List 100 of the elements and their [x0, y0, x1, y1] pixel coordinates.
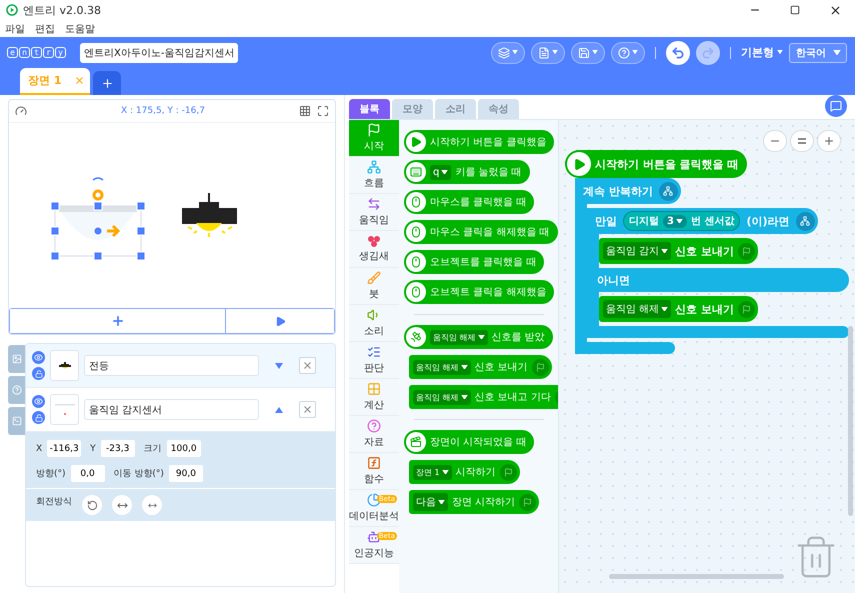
caret-icon — [441, 170, 448, 174]
loop-block[interactable]: 계속 반복하기 — [575, 178, 681, 204]
event-block[interactable]: 마우스 클릭을 해제했을 때 — [404, 220, 558, 244]
block-dropdown[interactable]: 다음 — [413, 493, 448, 511]
delete-button[interactable] — [299, 357, 316, 374]
object-tab[interactable] — [8, 345, 25, 373]
console-tab[interactable] — [8, 407, 25, 435]
undo-button[interactable] — [666, 40, 690, 64]
fullscreen-icon[interactable] — [317, 105, 329, 117]
property-field[interactable]: 0,0 — [70, 465, 105, 482]
block-dropdown[interactable]: q — [430, 164, 452, 180]
unlock-icon[interactable] — [32, 367, 45, 380]
property-field[interactable]: 90,0 — [168, 465, 203, 482]
category-item[interactable]: 자료 — [349, 416, 399, 453]
rotate-button[interactable] — [82, 495, 102, 515]
help-menu-button[interactable] — [611, 42, 645, 64]
command-block[interactable]: 장면 1 시작하기 — [409, 460, 520, 484]
no-rotate-button[interactable] — [142, 495, 162, 515]
block-dropdown[interactable]: 움직임 해제 — [430, 330, 488, 344]
mouse-icon — [406, 192, 426, 212]
layout-menu-button[interactable] — [491, 42, 525, 64]
event-block[interactable]: 장면이 시작되었을 때 — [404, 430, 534, 454]
caret-icon — [661, 248, 668, 254]
add-scene-button[interactable] — [93, 71, 121, 95]
menu-item[interactable]: 파일 — [5, 22, 25, 36]
if-block[interactable]: 만일 디지털 3 번 센서값 (이)라면 — [587, 208, 818, 234]
category-item[interactable]: 시작 — [349, 120, 399, 157]
block-tab[interactable]: 블록 — [349, 99, 390, 119]
start-event-block[interactable]: 시작하기 버튼을 클릭했을 때 — [565, 150, 746, 178]
eye-icon[interactable] — [32, 395, 45, 408]
speed-icon[interactable] — [15, 105, 27, 117]
command-block[interactable]: 움직임 해제 신호 보내고 기다 — [409, 385, 558, 409]
object-row[interactable]: 전등 — [26, 344, 335, 388]
plus-icon — [823, 135, 835, 147]
caret-icon — [512, 50, 518, 55]
mouse-icon — [406, 252, 426, 272]
category-item[interactable]: 붓 — [349, 268, 399, 305]
chat-icon — [830, 100, 842, 112]
block-dropdown[interactable]: 움직임 해제 — [603, 300, 672, 318]
sensor-block[interactable]: 디지털 3 번 센서값 — [623, 211, 740, 231]
block-dropdown[interactable]: 움직임 해제 — [413, 360, 471, 374]
vertical-scrollbar[interactable] — [848, 326, 853, 516]
command-block[interactable]: 움직임 해제 신호 보내기 — [599, 296, 758, 322]
zoom-in-button[interactable] — [817, 130, 841, 152]
delete-button[interactable] — [299, 401, 316, 418]
block-dropdown[interactable]: 움직임 감지 — [603, 242, 672, 260]
mode-dropdown[interactable]: 기본형 — [741, 45, 783, 60]
flag-icon — [519, 494, 536, 510]
rotate-icon — [86, 500, 98, 510]
command-block[interactable]: 움직임 해제 신호 보내기 — [409, 355, 552, 379]
category-item[interactable]: 생김새 — [349, 231, 399, 268]
event-block[interactable]: 오브젝트를 클릭했을 때 — [404, 250, 544, 274]
event-block[interactable]: 시작하기 버튼을 클릭했을 — [404, 130, 554, 154]
chat-button[interactable] — [825, 95, 847, 117]
caret-icon — [442, 470, 449, 474]
menu-item[interactable]: 편집 — [35, 22, 55, 36]
category-item[interactable]: 함수 — [349, 453, 399, 490]
flag-icon — [738, 242, 756, 260]
category-item[interactable]: 소리 — [349, 305, 399, 342]
property-field[interactable]: -116,3 — [47, 440, 82, 457]
flip-button[interactable] — [112, 495, 132, 515]
pin-dropdown[interactable]: 3 — [663, 214, 687, 228]
zoom-reset-button[interactable] — [790, 130, 814, 152]
eye-icon[interactable] — [32, 351, 45, 364]
block-tab[interactable]: 소리 — [435, 99, 476, 119]
logo-letter: t — [31, 47, 42, 58]
event-block[interactable]: q 키를 눌렀을 때 — [404, 160, 530, 184]
event-block[interactable]: 마우스를 클릭했을 때 — [404, 190, 534, 214]
help-tab[interactable] — [8, 376, 25, 404]
close-icon[interactable] — [74, 75, 85, 86]
horizontal-scrollbar[interactable] — [609, 574, 784, 579]
property-field[interactable]: 100,0 — [166, 440, 201, 457]
event-block[interactable]: 오브젝트 클릭을 해제했을 — [404, 280, 554, 304]
unlock-icon[interactable] — [32, 411, 45, 424]
double-arrow-icon — [148, 500, 156, 510]
block-tab[interactable]: 속성 — [478, 99, 519, 119]
category-item[interactable]: 판단 — [349, 342, 399, 379]
event-block[interactable]: 움직임 해제 신호를 받았 — [404, 325, 553, 349]
menu-item[interactable]: 도움말 — [65, 22, 95, 36]
object-name-field[interactable]: 움직임 감지센서 — [84, 399, 259, 420]
category-item[interactable]: 계산 — [349, 379, 399, 416]
block-tab[interactable]: 모양 — [392, 99, 433, 119]
file-menu-button[interactable] — [531, 42, 565, 64]
block-text: 신호 보내기 — [474, 361, 528, 374]
redo-button[interactable] — [696, 40, 720, 64]
block-dropdown[interactable]: 장면 1 — [413, 464, 452, 480]
language-select[interactable]: 한국어 — [789, 42, 847, 62]
layers-icon — [498, 46, 510, 58]
block-text: 키를 눌렀을 때 — [455, 166, 522, 179]
command-block[interactable]: 다음 장면 시작하기 — [409, 490, 540, 514]
command-block[interactable]: 움직임 감지 신호 보내기 — [599, 238, 758, 264]
category-item[interactable]: 움직임 — [349, 194, 399, 231]
satellite-icon — [406, 327, 426, 347]
block-dropdown[interactable]: 움직임 해제 — [413, 390, 471, 404]
close-icon — [302, 404, 313, 415]
object-name-field[interactable]: 전등 — [84, 355, 259, 376]
grid-icon[interactable] — [299, 105, 311, 117]
category-item[interactable]: 흐름 — [349, 157, 399, 194]
save-menu-button[interactable] — [571, 42, 605, 64]
property-field[interactable]: -23,3 — [100, 440, 135, 457]
